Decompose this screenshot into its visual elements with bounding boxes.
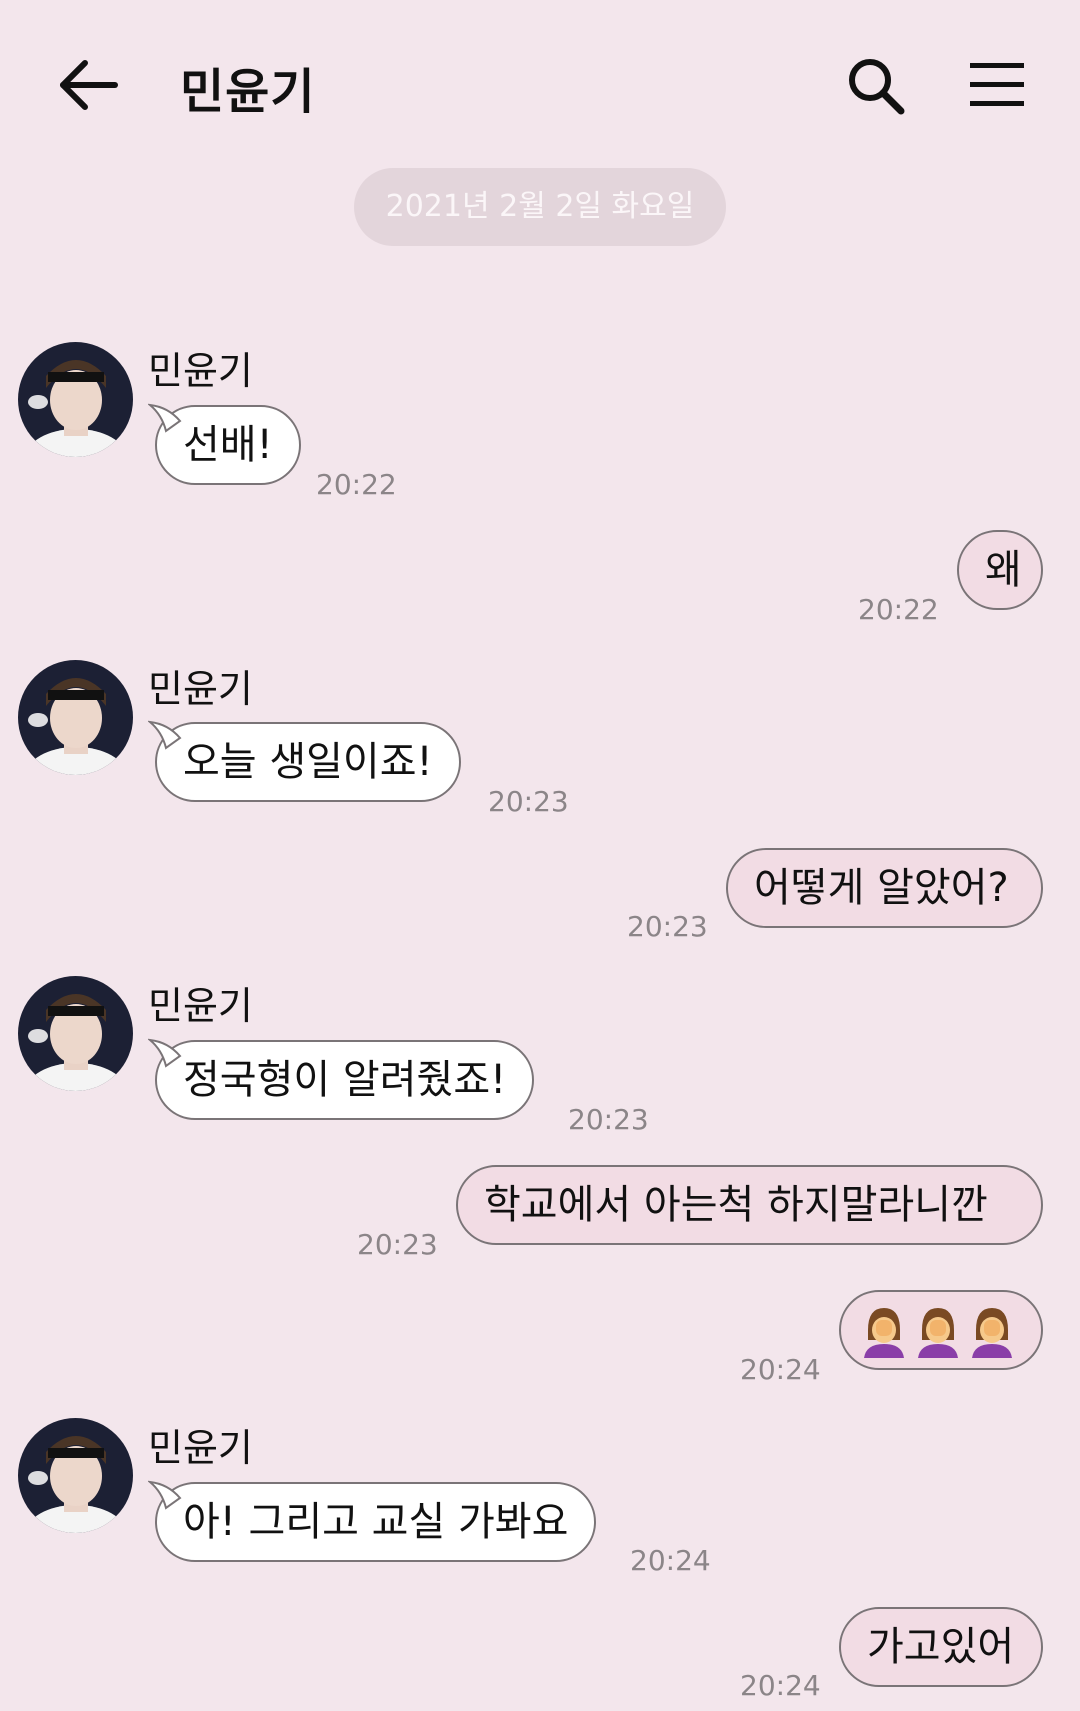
- outgoing-emoji-bubble[interactable]: [839, 1290, 1043, 1370]
- message-text: 정국형이 알려줬죠!: [183, 1057, 507, 1103]
- arrow-left-icon: [60, 60, 118, 110]
- incoming-message-bubble[interactable]: 정국형이 알려줬죠!: [155, 1040, 535, 1120]
- avatar-image: [18, 1418, 133, 1533]
- bubble-tail: [148, 403, 182, 433]
- message-text: 왜: [985, 547, 1022, 593]
- bubble-tail: [148, 720, 182, 750]
- date-separator: 2021년 2월 2일 화요일: [354, 168, 726, 246]
- facepalm-woman-emoji: [916, 1306, 960, 1358]
- incoming-message-bubble[interactable]: 오늘 생일이죠!: [155, 722, 461, 802]
- contact-avatar[interactable]: [18, 1418, 133, 1533]
- message-text: 학교에서 아는척 하지말라니깐: [484, 1182, 988, 1228]
- search-icon: [849, 59, 905, 115]
- avatar-image: [18, 342, 133, 457]
- message-text: 가고있어: [867, 1624, 1015, 1670]
- message-time: 20:24: [740, 1669, 821, 1702]
- back-button[interactable]: [55, 55, 125, 115]
- chat-header: 민윤기: [0, 0, 1080, 150]
- outgoing-message-bubble[interactable]: 어떻게 알았어?: [726, 848, 1043, 928]
- hamburger-menu-icon: [970, 63, 1024, 106]
- avatar-image: [18, 976, 133, 1091]
- message-text: 아! 그리고 교실 가봐요: [183, 1499, 569, 1545]
- menu-button[interactable]: [968, 60, 1026, 110]
- contact-avatar[interactable]: [18, 976, 133, 1091]
- sender-name: 민윤기: [148, 667, 253, 711]
- outgoing-message-bubble[interactable]: 왜: [957, 530, 1043, 610]
- outgoing-message-bubble[interactable]: 학교에서 아는척 하지말라니깐: [456, 1165, 1043, 1245]
- bubble-tail: [148, 1038, 182, 1068]
- message-text: 선배!: [183, 422, 273, 468]
- message-time: 20:23: [357, 1228, 438, 1261]
- message-text: 어떻게 알았어?: [754, 865, 1009, 911]
- sender-name: 민윤기: [148, 984, 253, 1028]
- message-time: 20:22: [858, 593, 939, 626]
- contact-avatar[interactable]: [18, 660, 133, 775]
- message-time: 20:23: [627, 910, 708, 943]
- contact-avatar[interactable]: [18, 342, 133, 457]
- facepalm-woman-emoji: [970, 1306, 1014, 1358]
- message-text: 오늘 생일이죠!: [183, 739, 433, 785]
- sender-name: 민윤기: [148, 349, 253, 393]
- message-time: 20:22: [316, 468, 397, 501]
- message-time: 20:23: [568, 1103, 649, 1136]
- search-button[interactable]: [845, 55, 907, 117]
- message-time: 20:23: [488, 785, 569, 818]
- incoming-message-bubble[interactable]: 아! 그리고 교실 가봐요: [155, 1482, 597, 1562]
- facepalm-woman-emoji: [862, 1306, 906, 1358]
- bubble-tail: [148, 1480, 182, 1510]
- message-time: 20:24: [630, 1544, 711, 1577]
- chat-title: 민윤기: [180, 64, 316, 120]
- sender-name: 민윤기: [148, 1426, 253, 1470]
- avatar-image: [18, 660, 133, 775]
- outgoing-message-bubble[interactable]: 가고있어: [839, 1607, 1043, 1687]
- message-time: 20:24: [740, 1353, 821, 1386]
